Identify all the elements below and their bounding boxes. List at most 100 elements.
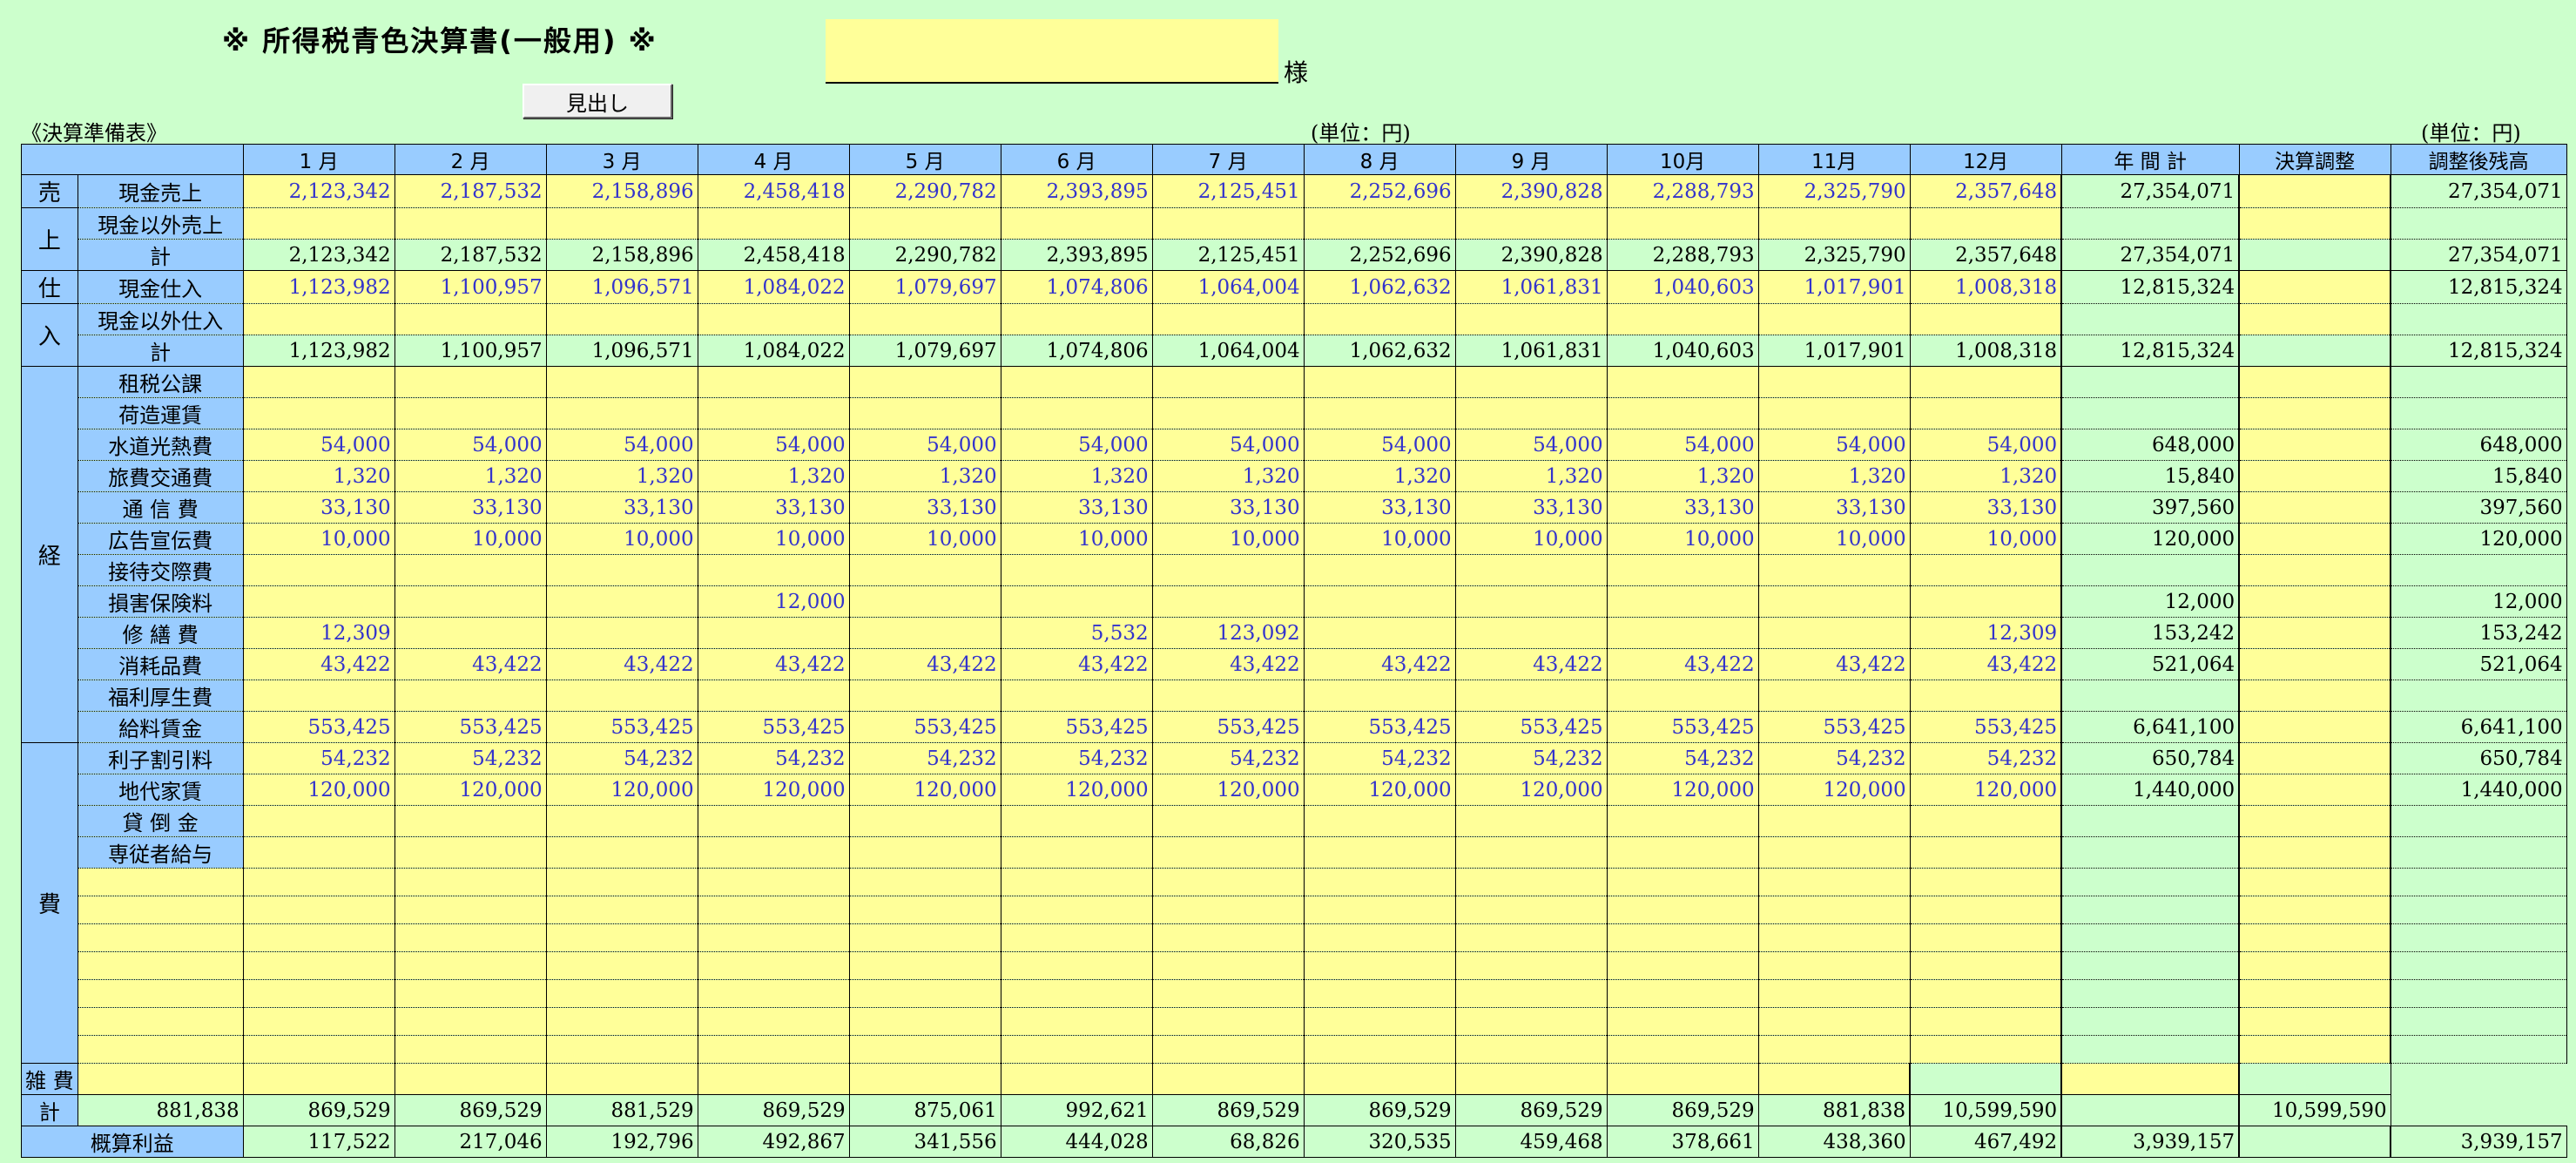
month-cell[interactable]: 123,092 xyxy=(1151,617,1305,649)
month-cell[interactable] xyxy=(1303,366,1456,398)
month-cell[interactable] xyxy=(1151,1007,1305,1036)
month-cell[interactable]: 553,425 xyxy=(1151,711,1305,743)
month-cell[interactable] xyxy=(848,896,1001,924)
month-cell[interactable] xyxy=(1909,303,2062,335)
month-cell[interactable]: 1,320 xyxy=(1606,460,1759,492)
month-cell[interactable] xyxy=(1000,554,1153,586)
month-cell[interactable] xyxy=(1000,923,1153,952)
month-cell[interactable] xyxy=(394,397,547,429)
month-cell[interactable]: 1,100,957 xyxy=(394,270,547,304)
month-cell[interactable] xyxy=(394,366,547,398)
month-cell[interactable] xyxy=(242,979,395,1008)
month-cell[interactable] xyxy=(1303,207,1456,240)
month-cell[interactable] xyxy=(1000,1035,1153,1064)
adjustment-cell[interactable] xyxy=(2238,836,2392,869)
month-cell[interactable] xyxy=(848,923,1001,952)
month-cell[interactable] xyxy=(242,951,395,980)
month-cell[interactable]: 2,187,532 xyxy=(394,174,547,208)
adjustment-cell[interactable] xyxy=(2238,896,2392,924)
month-cell[interactable] xyxy=(1454,896,1608,924)
month-cell[interactable]: 43,422 xyxy=(1000,648,1153,680)
month-cell[interactable]: 120,000 xyxy=(1303,774,1456,806)
month-cell[interactable] xyxy=(1151,303,1305,335)
month-cell[interactable] xyxy=(697,1063,850,1095)
month-cell[interactable] xyxy=(1606,836,1759,869)
month-cell[interactable] xyxy=(1000,868,1153,896)
month-cell[interactable]: 54,232 xyxy=(1757,742,1911,774)
month-cell[interactable]: 1,320 xyxy=(1000,460,1153,492)
month-cell[interactable] xyxy=(1151,1035,1305,1064)
month-cell[interactable] xyxy=(848,1007,1001,1036)
month-cell[interactable] xyxy=(1303,979,1456,1008)
month-cell[interactable] xyxy=(1000,585,1153,618)
month-cell[interactable]: 2,458,418 xyxy=(697,174,850,208)
custom-expense-label-field[interactable] xyxy=(77,923,244,952)
month-cell[interactable] xyxy=(1151,836,1305,869)
adjustment-cell[interactable] xyxy=(2238,648,2392,680)
month-cell[interactable] xyxy=(394,554,547,586)
month-cell[interactable]: 10,000 xyxy=(1151,523,1305,555)
month-cell[interactable]: 1,320 xyxy=(1454,460,1608,492)
month-cell[interactable] xyxy=(1151,554,1305,586)
month-cell[interactable]: 12,000 xyxy=(697,585,850,618)
month-cell[interactable] xyxy=(242,836,395,869)
month-cell[interactable] xyxy=(545,366,698,398)
month-cell[interactable]: 2,390,828 xyxy=(1454,174,1608,208)
month-cell[interactable] xyxy=(848,366,1001,398)
month-cell[interactable] xyxy=(545,1007,698,1036)
month-cell[interactable] xyxy=(1606,979,1759,1008)
month-cell[interactable]: 120,000 xyxy=(1757,774,1911,806)
month-cell[interactable] xyxy=(848,207,1001,240)
month-cell[interactable]: 10,000 xyxy=(1757,523,1911,555)
month-cell[interactable]: 553,425 xyxy=(242,711,395,743)
month-cell[interactable] xyxy=(1606,366,1759,398)
month-cell[interactable]: 553,425 xyxy=(848,711,1001,743)
month-cell[interactable]: 553,425 xyxy=(1909,711,2062,743)
month-cell[interactable] xyxy=(1000,805,1153,837)
month-cell[interactable]: 1,061,831 xyxy=(1454,270,1608,304)
month-cell[interactable]: 33,130 xyxy=(545,491,698,524)
month-cell[interactable]: 54,232 xyxy=(394,742,547,774)
month-cell[interactable] xyxy=(394,896,547,924)
month-cell[interactable] xyxy=(1757,680,1911,712)
month-cell[interactable] xyxy=(545,585,698,618)
month-cell[interactable] xyxy=(697,303,850,335)
month-cell[interactable] xyxy=(1606,207,1759,240)
month-cell[interactable] xyxy=(394,303,547,335)
month-cell[interactable] xyxy=(1303,554,1456,586)
month-cell[interactable] xyxy=(1000,366,1153,398)
month-cell[interactable] xyxy=(1606,1007,1759,1036)
month-cell[interactable] xyxy=(1303,1035,1456,1064)
adjustment-cell[interactable] xyxy=(2238,742,2392,774)
month-cell[interactable]: 120,000 xyxy=(1606,774,1759,806)
month-cell[interactable]: 54,232 xyxy=(1151,742,1305,774)
month-cell[interactable] xyxy=(242,554,395,586)
month-cell[interactable] xyxy=(1454,805,1608,837)
month-cell[interactable]: 120,000 xyxy=(1909,774,2062,806)
month-cell[interactable] xyxy=(1151,979,1305,1008)
month-cell[interactable] xyxy=(1454,1035,1608,1064)
adjustment-cell[interactable] xyxy=(2238,617,2392,649)
month-cell[interactable] xyxy=(545,868,698,896)
month-cell[interactable] xyxy=(1151,397,1305,429)
month-cell[interactable] xyxy=(1303,836,1456,869)
month-cell[interactable] xyxy=(1151,951,1305,980)
month-cell[interactable] xyxy=(1454,951,1608,980)
month-cell[interactable]: 33,130 xyxy=(1000,491,1153,524)
month-cell[interactable]: 2,123,342 xyxy=(242,174,395,208)
month-cell[interactable]: 2,325,790 xyxy=(1757,174,1911,208)
month-cell[interactable] xyxy=(1606,397,1759,429)
month-cell[interactable] xyxy=(697,805,850,837)
month-cell[interactable] xyxy=(1757,303,1911,335)
month-cell[interactable] xyxy=(848,680,1001,712)
month-cell[interactable] xyxy=(1606,617,1759,649)
month-cell[interactable]: 54,000 xyxy=(1454,429,1608,461)
adjustment-cell[interactable] xyxy=(2238,951,2392,980)
month-cell[interactable] xyxy=(1757,896,1911,924)
month-cell[interactable] xyxy=(242,303,395,335)
month-cell[interactable] xyxy=(394,207,547,240)
month-cell[interactable] xyxy=(1303,923,1456,952)
month-cell[interactable]: 120,000 xyxy=(1151,774,1305,806)
month-cell[interactable]: 2,357,648 xyxy=(1909,174,2062,208)
month-cell[interactable] xyxy=(848,617,1001,649)
